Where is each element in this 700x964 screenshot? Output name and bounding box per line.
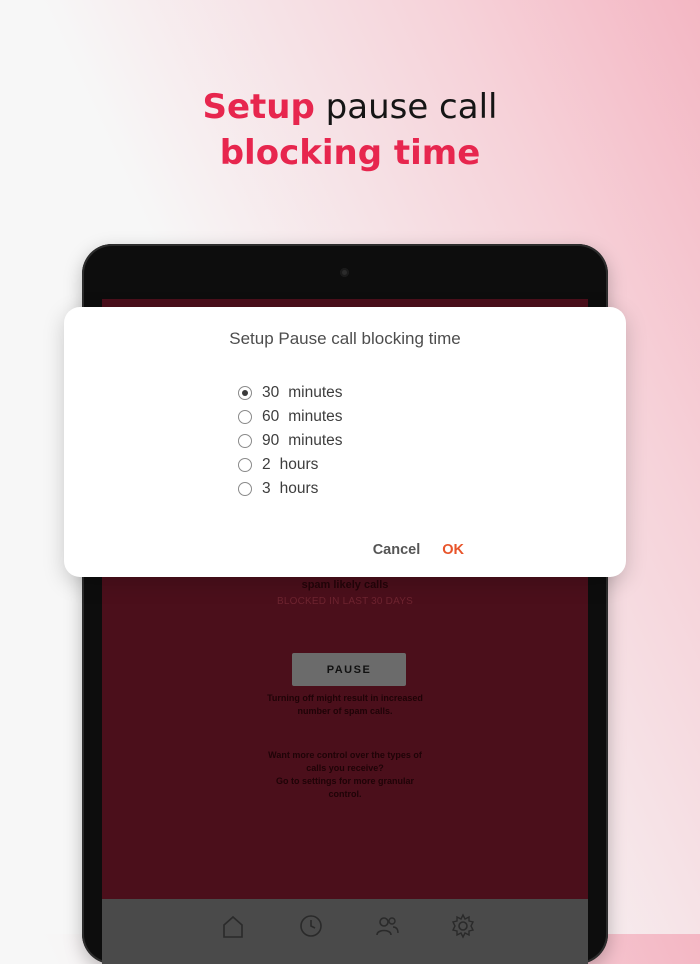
cancel-button[interactable]: Cancel [373,542,421,558]
option-60-minutes[interactable]: 60 minutes [238,405,343,429]
option-number: 90 [262,432,280,449]
headline-strong-1: Setup [202,87,315,127]
hint-line-4: control. [328,789,362,799]
option-2-hours[interactable]: 2 hours [238,453,343,477]
option-3-hours[interactable]: 3 hours [238,477,343,501]
radio-icon[interactable] [238,482,252,496]
option-unit: minutes [288,384,343,401]
hint-line-2: calls you receive? [306,763,384,773]
option-unit: minutes [288,432,343,449]
option-number: 30 [262,384,280,401]
ok-button[interactable]: OK [442,542,464,558]
home-icon[interactable] [220,913,246,939]
option-unit: minutes [288,408,343,425]
dialog-title: Setup Pause call blocking time [229,329,461,348]
radio-icon[interactable] [238,458,252,472]
spam-count-label: spam likely calls [301,579,389,591]
headline-rest-1: pause call [314,87,498,127]
gear-icon[interactable] [450,913,476,939]
option-unit: hours [279,456,319,473]
radio-icon[interactable] [238,434,252,448]
dialog-actions: Cancel OK [373,542,464,558]
warning-line-1: Turning off might result in increased [267,693,423,703]
blocked-period-label: BLOCKED IN LAST 30 DAYS [277,596,413,607]
contacts-icon[interactable] [374,913,400,939]
option-number: 60 [262,408,280,425]
bottom-tab-bar [102,899,588,964]
headline: Setup pause call blocking time [0,84,700,176]
duration-options: 30 minutes 60 minutes 90 minutes 2 hours… [238,381,343,501]
option-number: 3 [262,480,271,497]
headline-strong-2: blocking time [219,133,481,173]
option-90-minutes[interactable]: 90 minutes [238,429,343,453]
radio-icon[interactable] [238,410,252,424]
pause-button[interactable]: PAUSE [292,653,406,686]
pause-warning-text: Turning off might result in increased nu… [102,692,588,718]
warning-line-2: number of spam calls. [297,706,393,716]
headline-line-2: blocking time [0,130,700,176]
clock-icon[interactable] [298,913,324,939]
pause-time-dialog: Setup Pause call blocking time 30 minute… [64,307,626,577]
radio-selected-icon[interactable] [238,386,252,400]
option-number: 2 [262,456,271,473]
headline-line-1: Setup pause call [0,84,700,130]
hint-line-1: Want more control over the types of [268,750,422,760]
camera-icon [340,268,349,277]
hint-line-3: Go to settings for more granular [275,776,414,786]
option-30-minutes[interactable]: 30 minutes [238,381,343,405]
settings-hint-text: Want more control over the types of call… [102,749,588,801]
option-unit: hours [279,480,319,497]
